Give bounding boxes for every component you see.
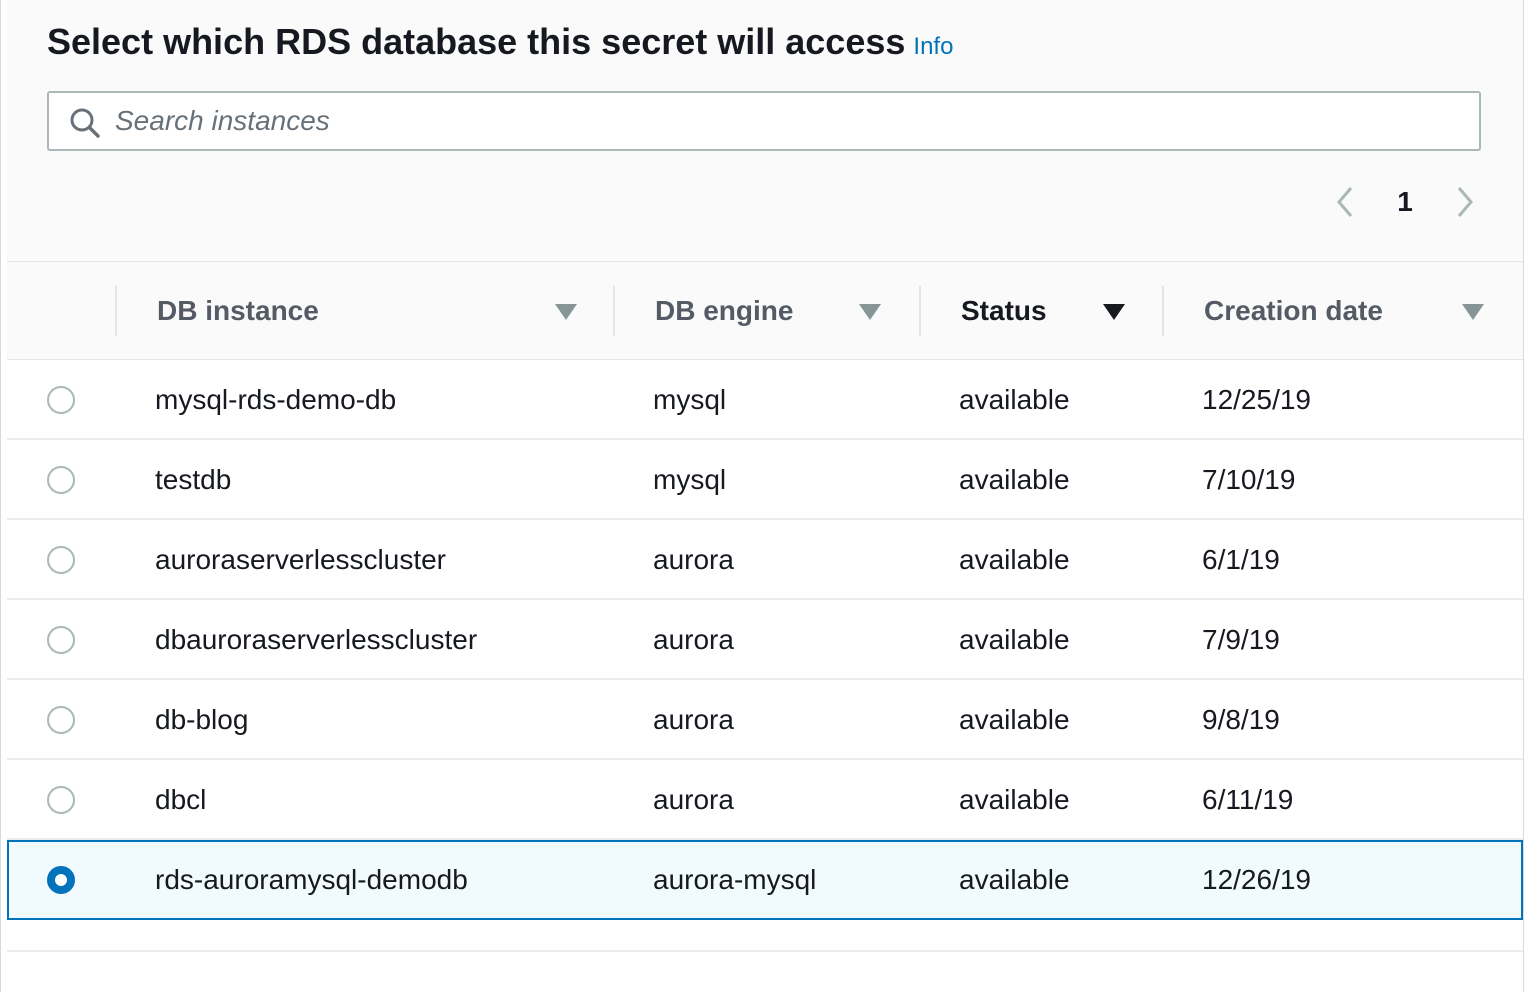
column-separator bbox=[613, 286, 615, 336]
column-separator bbox=[1162, 286, 1164, 336]
search-input[interactable] bbox=[115, 99, 1455, 143]
cell-db-engine: aurora bbox=[653, 624, 734, 655]
table-row[interactable]: db-blog aurora available 9/8/19 bbox=[7, 680, 1523, 760]
cell-db-instance: dbauroraserverlesscluster bbox=[155, 624, 478, 655]
cell-status: available bbox=[959, 704, 1070, 735]
row-radio[interactable] bbox=[47, 786, 75, 814]
sort-caret-icon bbox=[1462, 304, 1484, 320]
cell-db-engine: mysql bbox=[653, 464, 727, 495]
column-header-db-engine[interactable]: DB engine bbox=[613, 262, 919, 360]
cell-db-engine: aurora bbox=[653, 704, 734, 735]
cell-db-instance: mysql-rds-demo-db bbox=[155, 384, 397, 415]
row-radio[interactable] bbox=[47, 466, 75, 494]
cell-status: available bbox=[959, 624, 1070, 655]
previous-page-button[interactable] bbox=[1327, 180, 1363, 224]
row-radio-checked[interactable] bbox=[47, 866, 75, 894]
cell-db-engine: aurora bbox=[653, 544, 734, 575]
table-row[interactable]: dbauroraserverlesscluster aurora availab… bbox=[7, 600, 1523, 680]
table-row[interactable]: auroraserverlesscluster aurora available… bbox=[7, 520, 1523, 600]
search-box[interactable] bbox=[47, 91, 1481, 151]
cell-status: available bbox=[959, 864, 1070, 895]
column-label: DB engine bbox=[655, 295, 794, 326]
table-row-selected[interactable]: rds-auroramysql-demodb aurora-mysql avai… bbox=[7, 840, 1523, 920]
search-icon bbox=[69, 107, 101, 139]
cell-status: available bbox=[959, 544, 1070, 575]
row-radio[interactable] bbox=[47, 706, 75, 734]
cell-creation-date: 6/11/19 bbox=[1202, 784, 1294, 815]
row-radio[interactable] bbox=[47, 546, 75, 574]
row-radio[interactable] bbox=[47, 386, 75, 414]
column-label: DB instance bbox=[157, 295, 319, 326]
chevron-left-icon bbox=[1337, 187, 1353, 217]
cell-db-engine: aurora-mysql bbox=[653, 864, 817, 895]
column-header-db-instance[interactable]: DB instance bbox=[115, 262, 613, 360]
column-separator bbox=[919, 286, 921, 336]
table-row[interactable]: mysql-rds-demo-db mysql available 12/25/… bbox=[7, 360, 1523, 440]
cell-db-instance: dbcl bbox=[155, 784, 207, 815]
cell-status: available bbox=[959, 784, 1070, 815]
column-label: Creation date bbox=[1204, 295, 1383, 326]
cell-creation-date: 12/25/19 bbox=[1202, 384, 1311, 415]
cell-creation-date: 7/10/19 bbox=[1202, 464, 1296, 495]
info-link[interactable]: Info bbox=[913, 33, 953, 60]
pagination: 1 bbox=[1327, 180, 1483, 224]
table-header: DB instance DB engine Status Creation da… bbox=[7, 262, 1523, 360]
cell-db-engine: mysql bbox=[653, 384, 727, 415]
page-title: Select which RDS database this secret wi… bbox=[47, 20, 953, 69]
column-label: Status bbox=[961, 295, 1047, 326]
row-radio[interactable] bbox=[47, 626, 75, 654]
next-page-button[interactable] bbox=[1447, 180, 1483, 224]
page-title-text: Select which RDS database this secret wi… bbox=[47, 21, 906, 62]
cell-creation-date: 12/26/19 bbox=[1202, 864, 1311, 895]
cell-creation-date: 9/8/19 bbox=[1202, 704, 1280, 735]
cell-status: available bbox=[959, 384, 1070, 415]
sort-caret-icon bbox=[1103, 304, 1125, 320]
table-row[interactable]: testdb mysql available 7/10/19 bbox=[7, 440, 1523, 520]
cell-db-engine: aurora bbox=[653, 784, 734, 815]
column-header-status[interactable]: Status bbox=[919, 262, 1162, 360]
sort-caret-icon bbox=[859, 304, 881, 320]
table-row[interactable]: dbcl aurora available 6/11/19 bbox=[7, 760, 1523, 840]
column-header-creation-date[interactable]: Creation date bbox=[1162, 262, 1523, 360]
cell-creation-date: 7/9/19 bbox=[1202, 624, 1280, 655]
cell-creation-date: 6/1/19 bbox=[1202, 544, 1280, 575]
rds-selection-panel: Select which RDS database this secret wi… bbox=[0, 0, 1524, 992]
page-number-button[interactable]: 1 bbox=[1363, 186, 1447, 218]
column-separator bbox=[115, 286, 117, 336]
chevron-right-icon bbox=[1457, 187, 1473, 217]
cell-db-instance: auroraserverlesscluster bbox=[155, 544, 446, 575]
panel-header: Select which RDS database this secret wi… bbox=[7, 0, 1523, 262]
cell-db-instance: db-blog bbox=[155, 704, 249, 735]
cell-db-instance: rds-auroramysql-demodb bbox=[155, 864, 468, 895]
cell-status: available bbox=[959, 464, 1070, 495]
sort-caret-icon bbox=[555, 304, 577, 320]
table-footer-spacer bbox=[7, 920, 1523, 952]
cell-db-instance: testdb bbox=[155, 464, 232, 495]
